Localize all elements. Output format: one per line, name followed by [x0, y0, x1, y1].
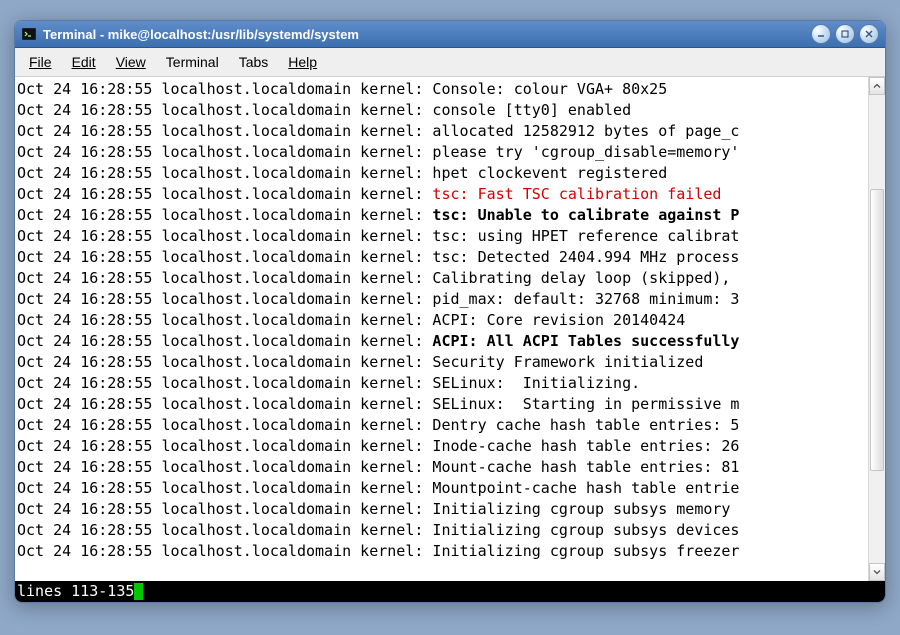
pager-status-text: lines 113-135	[17, 581, 134, 602]
log-line: Oct 24 16:28:55 localhost.localdomain ke…	[17, 247, 883, 268]
log-message: allocated 12582912 bytes of page_c	[432, 122, 739, 140]
log-prefix: Oct 24 16:28:55 localhost.localdomain ke…	[17, 80, 432, 98]
log-prefix: Oct 24 16:28:55 localhost.localdomain ke…	[17, 101, 432, 119]
log-line: Oct 24 16:28:55 localhost.localdomain ke…	[17, 415, 883, 436]
log-line: Oct 24 16:28:55 localhost.localdomain ke…	[17, 541, 883, 562]
menu-tabs[interactable]: Tabs	[229, 50, 279, 74]
minimize-icon	[816, 29, 826, 39]
log-message: pid_max: default: 32768 minimum: 3	[432, 290, 739, 308]
pager-status-line: lines 113-135	[15, 581, 885, 602]
log-message: Console: colour VGA+ 80x25	[432, 80, 667, 98]
close-button[interactable]	[859, 24, 879, 44]
log-message: SELinux: Initializing.	[432, 374, 640, 392]
log-message: Mount-cache hash table entries: 81	[432, 458, 739, 476]
titlebar[interactable]: Terminal - mike@localhost:/usr/lib/syste…	[15, 21, 885, 48]
window-title: Terminal - mike@localhost:/usr/lib/syste…	[43, 27, 811, 42]
log-prefix: Oct 24 16:28:55 localhost.localdomain ke…	[17, 248, 432, 266]
log-message: please try 'cgroup_disable=memory'	[432, 143, 739, 161]
log-message: Calibrating delay loop (skipped),	[432, 269, 739, 287]
log-message: Mountpoint-cache hash table entrie	[432, 479, 739, 497]
log-prefix: Oct 24 16:28:55 localhost.localdomain ke…	[17, 164, 432, 182]
log-line: Oct 24 16:28:55 localhost.localdomain ke…	[17, 226, 883, 247]
log-line: Oct 24 16:28:55 localhost.localdomain ke…	[17, 79, 883, 100]
maximize-icon	[840, 29, 850, 39]
terminal-body[interactable]: Oct 24 16:28:55 localhost.localdomain ke…	[15, 77, 885, 602]
log-prefix: Oct 24 16:28:55 localhost.localdomain ke…	[17, 269, 432, 287]
terminal-window: Terminal - mike@localhost:/usr/lib/syste…	[14, 20, 886, 603]
minimize-button[interactable]	[811, 24, 831, 44]
log-line: Oct 24 16:28:55 localhost.localdomain ke…	[17, 184, 883, 205]
log-prefix: Oct 24 16:28:55 localhost.localdomain ke…	[17, 353, 432, 371]
terminal-output[interactable]: Oct 24 16:28:55 localhost.localdomain ke…	[15, 77, 885, 581]
log-prefix: Oct 24 16:28:55 localhost.localdomain ke…	[17, 374, 432, 392]
log-prefix: Oct 24 16:28:55 localhost.localdomain ke…	[17, 290, 432, 308]
menubar: File Edit View Terminal Tabs Help	[15, 48, 885, 77]
log-line: Oct 24 16:28:55 localhost.localdomain ke…	[17, 121, 883, 142]
window-controls	[811, 24, 879, 44]
scroll-up-button[interactable]	[869, 77, 885, 95]
log-prefix: Oct 24 16:28:55 localhost.localdomain ke…	[17, 395, 432, 413]
log-line: Oct 24 16:28:55 localhost.localdomain ke…	[17, 163, 883, 184]
log-message: tsc: Unable to calibrate against P	[432, 206, 739, 224]
scrollbar-thumb[interactable]	[870, 189, 884, 472]
log-prefix: Oct 24 16:28:55 localhost.localdomain ke…	[17, 311, 432, 329]
terminal-app-icon	[21, 26, 37, 42]
log-line: Oct 24 16:28:55 localhost.localdomain ke…	[17, 436, 883, 457]
log-message: Initializing cgroup subsys freezer	[432, 542, 739, 560]
scroll-down-button[interactable]	[869, 563, 885, 581]
log-prefix: Oct 24 16:28:55 localhost.localdomain ke…	[17, 500, 432, 518]
log-prefix: Oct 24 16:28:55 localhost.localdomain ke…	[17, 185, 432, 203]
log-prefix: Oct 24 16:28:55 localhost.localdomain ke…	[17, 521, 432, 539]
log-line: Oct 24 16:28:55 localhost.localdomain ke…	[17, 310, 883, 331]
log-message: tsc: using HPET reference calibrat	[432, 227, 739, 245]
scrollbar-track[interactable]	[869, 95, 885, 563]
log-message: Initializing cgroup subsys memory	[432, 500, 730, 518]
log-line: Oct 24 16:28:55 localhost.localdomain ke…	[17, 205, 883, 226]
log-prefix: Oct 24 16:28:55 localhost.localdomain ke…	[17, 206, 432, 224]
scrollbar[interactable]	[868, 77, 885, 581]
log-message: Inode-cache hash table entries: 26	[432, 437, 739, 455]
log-line: Oct 24 16:28:55 localhost.localdomain ke…	[17, 394, 883, 415]
log-message: tsc: Fast TSC calibration failed	[432, 185, 721, 203]
menu-view[interactable]: View	[106, 50, 156, 74]
log-line: Oct 24 16:28:55 localhost.localdomain ke…	[17, 457, 883, 478]
cursor	[134, 583, 143, 600]
log-prefix: Oct 24 16:28:55 localhost.localdomain ke…	[17, 542, 432, 560]
log-prefix: Oct 24 16:28:55 localhost.localdomain ke…	[17, 458, 432, 476]
log-prefix: Oct 24 16:28:55 localhost.localdomain ke…	[17, 416, 432, 434]
maximize-button[interactable]	[835, 24, 855, 44]
log-prefix: Oct 24 16:28:55 localhost.localdomain ke…	[17, 332, 432, 350]
log-message: Security Framework initialized	[432, 353, 703, 371]
log-prefix: Oct 24 16:28:55 localhost.localdomain ke…	[17, 122, 432, 140]
log-line: Oct 24 16:28:55 localhost.localdomain ke…	[17, 478, 883, 499]
log-message: Dentry cache hash table entries: 5	[432, 416, 739, 434]
chevron-up-icon	[873, 82, 881, 90]
close-icon	[864, 29, 874, 39]
log-prefix: Oct 24 16:28:55 localhost.localdomain ke…	[17, 437, 432, 455]
log-prefix: Oct 24 16:28:55 localhost.localdomain ke…	[17, 143, 432, 161]
menu-help[interactable]: Help	[278, 50, 327, 74]
log-message: Initializing cgroup subsys devices	[432, 521, 739, 539]
log-line: Oct 24 16:28:55 localhost.localdomain ke…	[17, 268, 883, 289]
menu-edit[interactable]: Edit	[62, 50, 106, 74]
log-prefix: Oct 24 16:28:55 localhost.localdomain ke…	[17, 479, 432, 497]
log-message: SELinux: Starting in permissive m	[432, 395, 739, 413]
log-line: Oct 24 16:28:55 localhost.localdomain ke…	[17, 373, 883, 394]
menu-file[interactable]: File	[19, 50, 62, 74]
log-line: Oct 24 16:28:55 localhost.localdomain ke…	[17, 352, 883, 373]
log-message: hpet clockevent registered	[432, 164, 667, 182]
log-prefix: Oct 24 16:28:55 localhost.localdomain ke…	[17, 227, 432, 245]
log-line: Oct 24 16:28:55 localhost.localdomain ke…	[17, 142, 883, 163]
log-message: tsc: Detected 2404.994 MHz process	[432, 248, 739, 266]
log-line: Oct 24 16:28:55 localhost.localdomain ke…	[17, 499, 883, 520]
log-line: Oct 24 16:28:55 localhost.localdomain ke…	[17, 520, 883, 541]
log-line: Oct 24 16:28:55 localhost.localdomain ke…	[17, 289, 883, 310]
chevron-down-icon	[873, 568, 881, 576]
log-line: Oct 24 16:28:55 localhost.localdomain ke…	[17, 331, 883, 352]
log-message: console [tty0] enabled	[432, 101, 631, 119]
log-message: ACPI: Core revision 20140424	[432, 311, 685, 329]
log-line: Oct 24 16:28:55 localhost.localdomain ke…	[17, 100, 883, 121]
menu-terminal[interactable]: Terminal	[156, 50, 229, 74]
log-message: ACPI: All ACPI Tables successfully	[432, 332, 739, 350]
